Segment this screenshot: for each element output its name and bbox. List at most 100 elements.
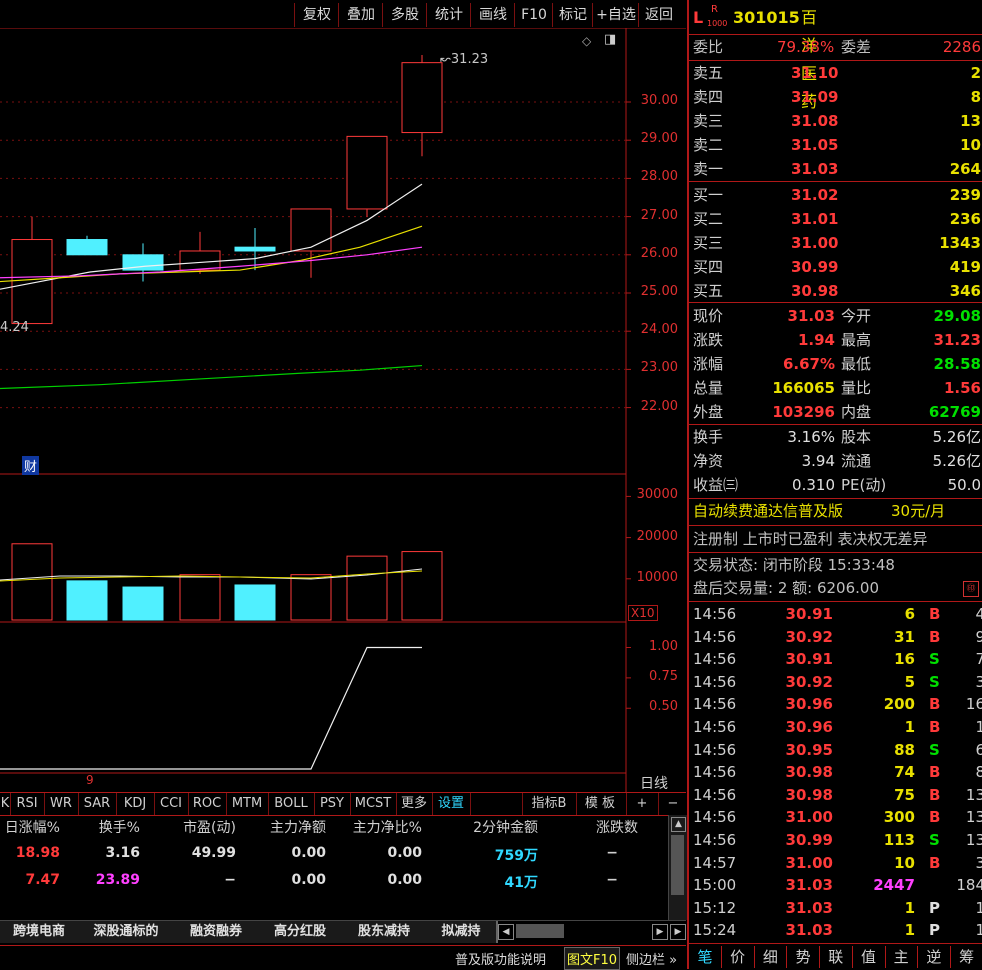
table-cell[interactable]: 0.00 — [332, 845, 422, 861]
right-tab-6[interactable]: 主 — [885, 946, 919, 968]
toolbar-button-8[interactable]: 返回 — [638, 3, 679, 27]
table-cell[interactable]: 7.47 — [0, 872, 60, 888]
indicator-tab-10[interactable]: MCST — [350, 793, 397, 815]
finance-marker[interactable]: 财 — [22, 456, 40, 475]
category-tab-1[interactable]: 深股通标的 — [78, 921, 176, 943]
right-tab-3[interactable]: 势 — [787, 946, 821, 968]
scroll-up-icon[interactable]: ▲ — [671, 817, 686, 832]
toolbar-button-4[interactable]: 画线 — [470, 3, 515, 27]
toolbar-button-6[interactable]: 标记 — [552, 3, 593, 27]
tick-row[interactable]: 14:56 30.96 1 B 1 — [693, 716, 982, 738]
table-cell[interactable]: 41万 — [428, 872, 538, 892]
bid-row[interactable]: 买五 30.98 346 — [693, 280, 982, 303]
sidebar-toggle[interactable]: 侧边栏 » — [626, 949, 677, 968]
tick-row[interactable]: 15:00 31.03 2447 184 — [693, 874, 982, 896]
bid-row[interactable]: 买一 31.02 239 — [693, 184, 982, 207]
indicator-tab-7[interactable]: MTM — [226, 793, 269, 815]
tick-row[interactable]: 14:56 30.91 6 B 4 — [693, 603, 982, 625]
ask-row[interactable]: 卖三 31.08 13 — [693, 110, 982, 133]
indicator-tab-5[interactable]: CCI — [154, 793, 189, 815]
right-tab-5[interactable]: 值 — [853, 946, 886, 968]
toolbar-button-1[interactable]: 叠加 — [338, 3, 383, 27]
bid-row[interactable]: 买二 31.01 236 — [693, 208, 982, 231]
tabs-scroll-right-icon[interactable]: ▶ — [652, 924, 668, 940]
tick-row[interactable]: 14:56 30.91 16 S 7 — [693, 648, 982, 670]
table-cell[interactable]: 759万 — [428, 845, 538, 865]
tick-row[interactable]: 14:57 31.00 10 B 3 — [693, 852, 982, 874]
toolbar-button-2[interactable]: 多股 — [382, 3, 427, 27]
category-tab-3[interactable]: 高分红股 — [258, 921, 344, 943]
indicator-right-tab-0[interactable]: 指标B — [522, 793, 575, 815]
tick-row[interactable]: 15:24 31.03 1 P 1 — [693, 919, 982, 941]
ask-row[interactable]: 卖五 31.10 2 — [693, 62, 982, 85]
chart-mini-icon[interactable]: ㊞ — [963, 581, 979, 597]
table-header-4[interactable]: 主力净比% — [332, 817, 422, 837]
table-header-0[interactable]: 日涨幅% — [0, 817, 60, 837]
graphic-f10-button[interactable]: 图文F10 — [564, 947, 621, 970]
tick-row[interactable]: 14:56 30.98 74 B 8 — [693, 761, 982, 783]
table-cell[interactable]: 23.89 — [70, 872, 140, 888]
tick-row[interactable]: 14:56 30.98 75 B 13 — [693, 784, 982, 806]
period-label[interactable]: 日线 — [640, 773, 668, 793]
tabs-menu-icon[interactable]: ▶ — [670, 924, 686, 940]
toolbar-button-7[interactable]: +自选 — [592, 3, 639, 27]
right-tab-1[interactable]: 价 — [722, 946, 755, 968]
bid-row[interactable]: 买三 31.00 1343 — [693, 232, 982, 255]
tick-row[interactable]: 14:56 30.95 88 S 6 — [693, 739, 982, 761]
table-cell[interactable]: 0.00 — [236, 872, 326, 888]
right-tab-4[interactable]: 联 — [820, 946, 853, 968]
table-header-2[interactable]: 市盈(动) — [146, 817, 236, 837]
table-cell[interactable]: 18.98 — [0, 845, 60, 861]
table-header-5[interactable]: 2分钟金额 — [428, 817, 538, 837]
scroll-thumb[interactable] — [671, 835, 684, 895]
promo-banner[interactable]: 自动续费通达信普及版 30元/月 — [693, 500, 982, 523]
toolbar-button-5[interactable]: F10 — [514, 3, 553, 27]
tick-row[interactable]: 14:56 30.96 200 B 16 — [693, 693, 982, 715]
table-cell[interactable]: 0.00 — [332, 872, 422, 888]
table-cell[interactable]: − — [548, 845, 618, 861]
right-tab-0[interactable]: 笔 — [689, 946, 722, 968]
right-tab-2[interactable]: 细 — [754, 946, 788, 968]
tick-row[interactable]: 14:56 30.92 5 S 3 — [693, 671, 982, 693]
toolbar-button-3[interactable]: 统计 — [426, 3, 471, 27]
ask-row[interactable]: 卖四 31.09 8 — [693, 86, 982, 109]
table-cell[interactable]: 49.99 — [146, 845, 236, 861]
tick-row[interactable]: 14:56 31.00 300 B 13 — [693, 806, 982, 828]
table-cell[interactable]: − — [548, 872, 618, 888]
right-tab-7[interactable]: 逆 — [918, 946, 951, 968]
table-scrollbar[interactable]: ▲ — [668, 815, 687, 920]
indicator-tab-3[interactable]: SAR — [78, 793, 117, 815]
table-header-3[interactable]: 主力净额 — [236, 817, 326, 837]
table-cell[interactable]: 3.16 — [70, 845, 140, 861]
tabs-scrollbar[interactable] — [516, 924, 564, 938]
indicator-tab-11[interactable]: 更多 — [396, 793, 433, 815]
table-header-1[interactable]: 换手% — [70, 817, 140, 837]
tick-row[interactable]: 14:56 30.99 113 S 13 — [693, 829, 982, 851]
category-tab-0[interactable]: 跨境电商 — [0, 921, 80, 943]
table-header-6[interactable]: 涨跌数 — [548, 817, 638, 837]
help-link[interactable]: 普及版功能说明 — [455, 949, 546, 968]
ask-row[interactable]: 卖二 31.05 10 — [693, 134, 982, 157]
indicator-tab-1[interactable]: RSI — [10, 793, 45, 815]
category-tab-4[interactable]: 股东减持 — [342, 921, 428, 943]
table-cell[interactable]: 0.00 — [236, 845, 326, 861]
indicator-tab-4[interactable]: KDJ — [116, 793, 155, 815]
indicator-tab-8[interactable]: BOLL — [268, 793, 315, 815]
bid-row[interactable]: 买四 30.99 419 — [693, 256, 982, 279]
table-cell[interactable]: − — [146, 872, 236, 888]
tabs-scroll-left-icon[interactable]: ◀ — [498, 924, 514, 940]
diamond-icon[interactable]: ◇ — [582, 34, 591, 48]
indicator-tab-9[interactable]: PSY — [314, 793, 351, 815]
tick-row[interactable]: 14:56 30.92 31 B 9 — [693, 626, 982, 648]
toolbar-button-0[interactable]: 复权 — [294, 3, 339, 27]
indicator-right-tab-2[interactable]: + — [626, 793, 657, 815]
indicator-tab-2[interactable]: WR — [44, 793, 79, 815]
window-mode-icon[interactable]: ◨ — [604, 32, 616, 47]
indicator-tab-6[interactable]: ROC — [188, 793, 227, 815]
category-tab-2[interactable]: 融资融券 — [174, 921, 260, 943]
ask-row[interactable]: 卖一 31.03 264 — [693, 158, 982, 181]
indicator-right-tab-1[interactable]: 模 板 — [576, 793, 623, 815]
right-tab-8[interactable]: 筹 — [951, 946, 982, 968]
tick-row[interactable]: 15:12 31.03 1 P 1 — [693, 897, 982, 919]
category-tab-5[interactable]: 拟减持 — [426, 921, 498, 943]
